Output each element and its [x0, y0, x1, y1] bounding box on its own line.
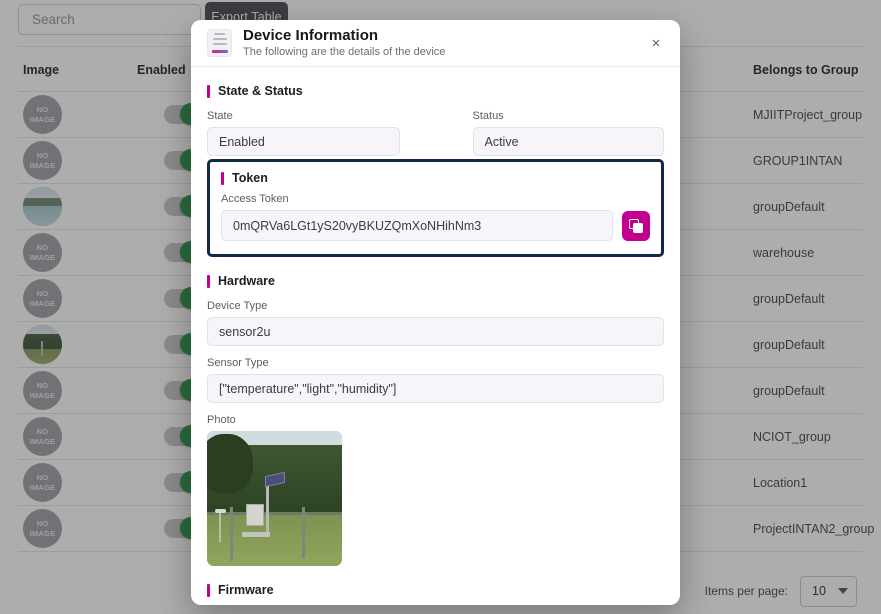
status-label: Status: [472, 110, 504, 122]
document-icon-accent-bar: [211, 49, 228, 54]
state-value-input[interactable]: Enabled: [207, 127, 400, 156]
copy-icon-front: [633, 222, 643, 233]
app-root: Search Export Table Image Enabled Belong…: [0, 0, 881, 614]
photo-mast: [266, 479, 270, 534]
dialog-subtitle: The following are the details of the dev…: [243, 46, 446, 59]
section-heading-token: Token: [221, 171, 650, 185]
sensor-type-field-group: Sensor Type ["temperature","light","humi…: [207, 357, 664, 403]
document-icon-line: [212, 42, 227, 46]
device-type-label: Device Type: [207, 300, 268, 312]
photo-fence-post-left: [229, 506, 233, 561]
document-icon-line: [214, 32, 225, 36]
token-section-highlight: Token Access Token 0mQRVa6LGt1yS20vyBKUZ…: [207, 159, 664, 257]
sensor-type-input[interactable]: ["temperature","light","humidity"]: [207, 374, 664, 403]
photo-fence: [207, 512, 342, 515]
dialog-header: Device Information The following are the…: [191, 20, 680, 67]
access-token-input[interactable]: 0mQRVa6LGt1yS20vyBKUZQmXoNHihNm3: [221, 210, 613, 241]
photo-field-group: Photo: [207, 414, 664, 566]
access-token-label: Access Token: [221, 193, 289, 205]
state-status-fields: State Enabled Status Active: [207, 110, 664, 156]
photo-label: Photo: [207, 414, 236, 426]
dialog-body: State & Status State Enabled Status Acti…: [191, 67, 680, 605]
device-photo[interactable]: [207, 431, 342, 566]
section-heading-state-status: State & Status: [207, 84, 664, 98]
document-icon-line: [212, 37, 227, 41]
photo-base-plate: [242, 532, 271, 538]
sensor-type-label: Sensor Type: [207, 357, 269, 369]
copy-icon: [629, 218, 643, 233]
dialog-header-text: Device Information The following are the…: [243, 26, 446, 59]
photo-fence-post-right: [301, 506, 305, 558]
photo-equipment-box: [246, 503, 265, 526]
state-field-group: State Enabled: [207, 110, 400, 156]
close-icon[interactable]: ×: [646, 33, 666, 53]
section-heading-hardware: Hardware: [207, 274, 664, 288]
photo-instrument: [215, 509, 227, 514]
dialog-title: Device Information: [243, 26, 379, 44]
status-value-input[interactable]: Active: [472, 127, 664, 156]
device-information-dialog: Device Information The following are the…: [191, 20, 680, 605]
document-icon: [207, 29, 232, 57]
access-token-row: 0mQRVa6LGt1yS20vyBKUZQmXoNHihNm3: [221, 210, 650, 241]
photo-instrument-pole: [219, 512, 222, 542]
copy-token-button[interactable]: [622, 210, 650, 241]
state-label: State: [207, 110, 233, 122]
photo-tree-left: [207, 433, 253, 495]
device-type-field-group: Device Type sensor2u: [207, 300, 664, 346]
device-type-input[interactable]: sensor2u: [207, 317, 664, 346]
section-heading-firmware: Firmware: [207, 583, 664, 597]
photo-grass: [207, 512, 342, 566]
status-field-group: Status Active: [472, 110, 664, 156]
